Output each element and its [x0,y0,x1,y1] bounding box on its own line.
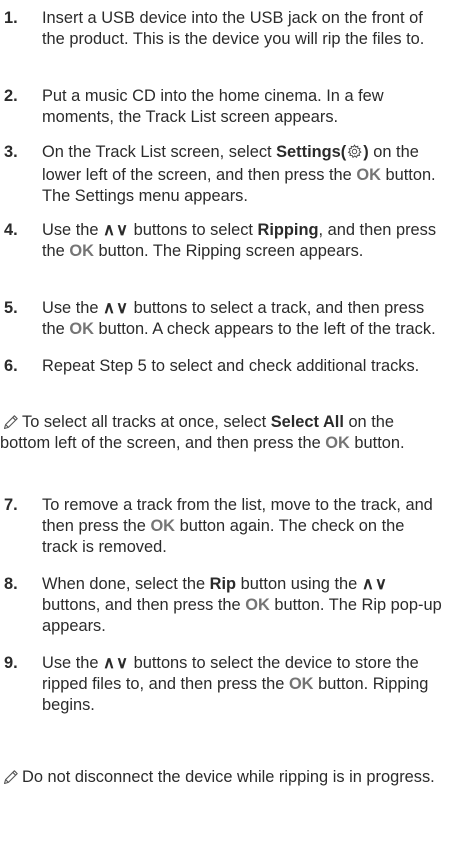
step-number: 1. [4,9,18,27]
step-text: Use the ∧∨ buttons to select a track, an… [42,299,436,339]
note-text: To select all tracks at once, select Sel… [0,413,405,453]
step-number: 2. [4,87,18,105]
step-text: When done, select the Rip button using t… [42,575,442,636]
ok-label: OK [325,434,350,453]
step-number: 8. [4,575,18,593]
instruction-document: 1. Insert a USB device into the USB jack… [0,0,449,844]
rip-label: Rip [209,575,237,593]
step-text: Put a music CD into the home cinema. In … [42,87,384,127]
ok-label: OK [150,517,176,536]
ok-label: OK [69,320,94,339]
step-number: 6. [4,357,18,375]
step-number: 5. [4,299,18,317]
ok-label: OK [288,675,314,694]
pencil-note-icon [2,413,20,437]
select-all-label: Select All [270,413,344,431]
step-text: Repeat Step 5 to select and check additi… [42,357,420,375]
up-down-arrows-icon: ∧∨ [361,575,388,593]
step-text: Use the ∧∨ buttons to select Ripping, an… [42,221,437,261]
step-text: To remove a track from the list, move to… [42,496,433,557]
step-number: 3. [4,143,18,161]
settings-label: Settings( [276,143,347,161]
gear-icon [347,144,362,165]
step-text: Use the ∧∨ buttons to select the device … [42,654,429,715]
step-number: 7. [4,496,18,514]
up-down-arrows-icon: ∧∨ [103,654,130,672]
step-text: Insert a USB device into the USB jack on… [42,9,425,49]
note-select-all: To select all tracks at once, select Sel… [0,412,449,454]
note-do-not-disconnect: Do not disconnect the device while rippi… [0,767,449,788]
step-text: On the Track List screen, select Setting… [42,143,436,206]
up-down-arrows-icon: ∧∨ [103,299,130,317]
ok-label: OK [245,596,270,615]
pencil-note-icon [2,768,20,792]
ripping-label: Ripping [257,221,319,239]
step-number: 4. [4,221,18,239]
ok-label: OK [69,242,94,261]
ok-label: OK [356,166,381,185]
step-number: 9. [4,654,18,672]
note-text: Do not disconnect the device while rippi… [22,768,435,786]
up-down-arrows-icon: ∧∨ [103,221,130,239]
